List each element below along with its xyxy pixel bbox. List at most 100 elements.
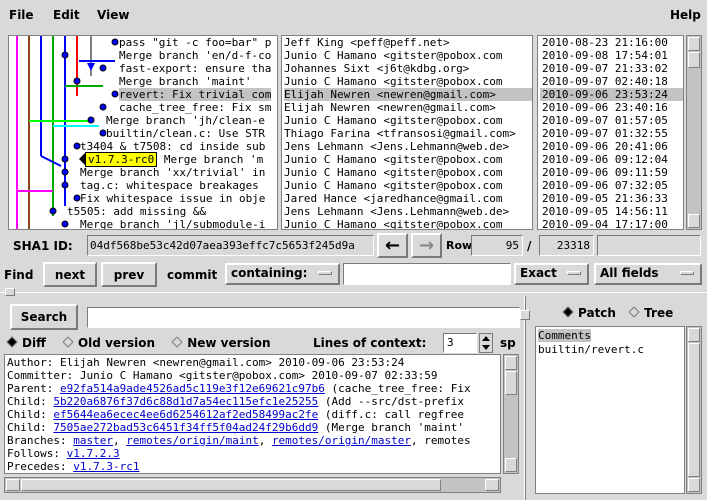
scroll-up-arrow[interactable] (505, 356, 517, 370)
scroll-up-arrow[interactable] (688, 37, 700, 51)
menu-view[interactable]: View (97, 8, 129, 22)
commit-author[interactable]: Jeff King <peff@peff.net> (284, 36, 450, 49)
commit-subject[interactable]: Merge branch 'en/d-f-co (119, 49, 271, 62)
find-next-button[interactable]: next (43, 262, 97, 287)
details-hscrollbar[interactable] (4, 477, 501, 493)
commit-date[interactable]: 2010-09-07 01:57:05 (542, 114, 668, 127)
file-list-scrollbar[interactable] (686, 326, 702, 494)
search-input[interactable] (87, 307, 520, 328)
commit-author[interactable]: Junio C Hamano <gitster@pobox.com (284, 179, 503, 192)
scroll-down-arrow[interactable] (688, 478, 700, 492)
vertical-sash-handle[interactable] (520, 310, 530, 320)
commit-author[interactable]: Jens Lehmann <Jens.Lehmann@web.de> (284, 140, 509, 153)
commit-date[interactable]: 2010-09-06 07:32:05 (542, 179, 668, 192)
commit-subject[interactable]: pass "git -c foo=bar" p (119, 36, 271, 49)
file-list[interactable]: Comments builtin/revert.c (535, 326, 685, 494)
commit-subject[interactable]: Merge branch 'xx/trivial' in (80, 166, 265, 179)
forward-button[interactable]: → (411, 233, 442, 258)
pane-sash[interactable] (0, 292, 707, 293)
find-fields-menu[interactable]: All fields (594, 263, 702, 285)
commit-list-scrollbar[interactable] (686, 35, 702, 230)
commit-date[interactable]: 2010-09-06 09:12:04 (542, 153, 668, 166)
context-lines-input[interactable]: 3 (443, 333, 477, 353)
commit-author-pane[interactable]: Jeff King <peff@peff.net> Junio C Hamano… (281, 35, 533, 230)
commit-author[interactable]: Thiago Farina <tfransosi@gmail.com> (284, 127, 516, 140)
find-string-input[interactable] (343, 263, 511, 285)
commit-subject[interactable]: cache_tree_free: Fix sm (119, 101, 271, 114)
scroll-thumb[interactable] (21, 479, 441, 491)
radio-diff[interactable]: Diff (6, 336, 46, 350)
vertical-sash[interactable] (524, 296, 526, 500)
commit-author[interactable]: Junio C Hamano <gitster@pobox.com (284, 153, 503, 166)
branch-link[interactable]: remotes/origin/maint (126, 434, 258, 447)
commit-date-pane[interactable]: 2010-08-23 21:16:00 2010-09-08 17:54:01 … (537, 35, 684, 230)
commit-date[interactable]: 2010-09-07 02:40:18 (542, 75, 668, 88)
scroll-thumb[interactable] (688, 343, 700, 477)
context-spinner[interactable] (479, 333, 493, 353)
commit-author[interactable]: Elijah Newren <newren@gmail.com> (284, 101, 496, 114)
scroll-down-arrow[interactable] (505, 458, 517, 472)
menu-help[interactable]: Help (670, 8, 701, 22)
spin-down-icon[interactable] (482, 345, 490, 350)
follows-tag-link[interactable]: v1.7.2.3 (67, 447, 120, 460)
menu-file[interactable]: File (9, 8, 34, 22)
commit-date[interactable]: 2010-09-05 14:56:11 (542, 205, 668, 218)
commit-subject-selected[interactable]: revert: Fix trivial com (119, 88, 272, 101)
branch-link[interactable]: master (73, 434, 113, 447)
commit-date[interactable]: 2010-09-07 01:32:55 (542, 127, 668, 140)
commit-details-pane[interactable]: Author: Elijah Newren <newren@gmail.com>… (4, 354, 501, 474)
scroll-left-arrow[interactable] (6, 479, 20, 491)
commit-date[interactable]: 2010-09-05 21:36:33 (542, 192, 668, 205)
scroll-down-arrow[interactable] (688, 214, 700, 228)
parent-hash-link[interactable]: e92fa514a9ade4526ad5c119e3f12e69621c97b6 (60, 382, 325, 395)
child-hash-link[interactable]: ef5644ea6ecec4ee6d6254612af2ed58499ac2fe (53, 408, 318, 421)
search-button[interactable]: Search (10, 304, 78, 330)
commit-subject[interactable]: Merge branch 'maint' (119, 75, 251, 88)
child-hash-link[interactable]: 5b220a6876f37d6c88d1d7a54ec115efc1e25255 (53, 395, 318, 408)
branch-link[interactable]: remotes/origin/master (272, 434, 411, 447)
commit-date-selected[interactable]: 2010-09-06 23:53:24 (540, 88, 683, 101)
radio-patch[interactable]: Patch (562, 306, 616, 320)
commit-subject[interactable]: Merge branch 'jh/clean-e (106, 114, 265, 127)
commit-date[interactable]: 2010-09-06 09:11:59 (542, 166, 668, 179)
spin-up-icon[interactable] (482, 336, 490, 341)
precedes-tag-link[interactable]: v1.7.3-rc1 (73, 460, 139, 473)
commit-subject[interactable]: fast-export: ensure tha (119, 62, 271, 75)
commit-subject[interactable]: tag.c: whitespace breakages (80, 179, 259, 192)
commit-author[interactable]: Johannes Sixt <j6t@kdbg.org> (284, 62, 469, 75)
commit-author[interactable]: Jens Lehmann <Jens.Lehmann@web.de> (284, 205, 509, 218)
find-case-menu[interactable]: Exact (514, 263, 589, 285)
scroll-up-arrow[interactable] (688, 328, 700, 342)
sash-handle[interactable] (5, 288, 15, 296)
commit-subject[interactable]: t5505: add missing && (67, 205, 206, 218)
commit-author[interactable]: Junio C Hamano <gitster@pobox.com (284, 49, 503, 62)
radio-new-version[interactable]: New version (171, 336, 271, 350)
commit-date[interactable]: 2010-09-07 21:33:02 (542, 62, 668, 75)
commit-date[interactable]: 2010-09-06 20:41:06 (542, 140, 668, 153)
commit-author[interactable]: Junio C Hamano <gitster@pobox.com (284, 75, 503, 88)
find-type-menu[interactable]: containing: (225, 263, 340, 285)
back-button[interactable]: ← (377, 233, 408, 258)
scroll-right-arrow[interactable] (485, 479, 499, 491)
sha1-field[interactable]: 04df568be53c42d07aea393effc7c5653f245d9a (87, 235, 374, 256)
commit-date[interactable]: 2010-09-06 23:40:16 (542, 101, 668, 114)
child-hash-link[interactable]: 7505ae272bad53c6451f34ff5f04ad24f29b6dd9 (53, 421, 318, 434)
commit-subject[interactable]: builtin/clean.c: Use STR (106, 127, 265, 140)
commit-author[interactable]: Junio C Hamano <gitster@pobox.com (284, 218, 503, 229)
commit-date[interactable]: 2010-09-04 17:17:00 (542, 218, 668, 229)
commit-author-selected[interactable]: Elijah Newren <newren@gmail.com> (284, 88, 532, 101)
commit-subject-row[interactable]: v1.7.3-rc0 Merge branch 'm (79, 152, 263, 167)
file-list-item[interactable]: builtin/revert.c (538, 343, 644, 356)
commit-author[interactable]: Jared Hance <jaredhance@gmail.com (284, 192, 503, 205)
details-vscrollbar[interactable] (503, 354, 519, 474)
menu-edit[interactable]: Edit (53, 8, 80, 22)
commit-date[interactable]: 2010-09-08 17:54:01 (542, 49, 668, 62)
commit-subject[interactable]: Merge branch 'jl/submodule-i (80, 218, 265, 229)
commit-subject[interactable]: Fix whitespace issue in obje (80, 192, 265, 205)
commit-graph-pane[interactable]: pass "git -c foo=bar" p Merge branch 'en… (8, 35, 278, 230)
radio-tree[interactable]: Tree (628, 306, 673, 320)
file-list-item[interactable]: Comments (538, 329, 591, 342)
commit-author[interactable]: Junio C Hamano <gitster@pobox.com (284, 166, 503, 179)
find-prev-button[interactable]: prev (101, 262, 157, 287)
commit-author[interactable]: Junio C Hamano <gitster@pobox.com (284, 114, 503, 127)
